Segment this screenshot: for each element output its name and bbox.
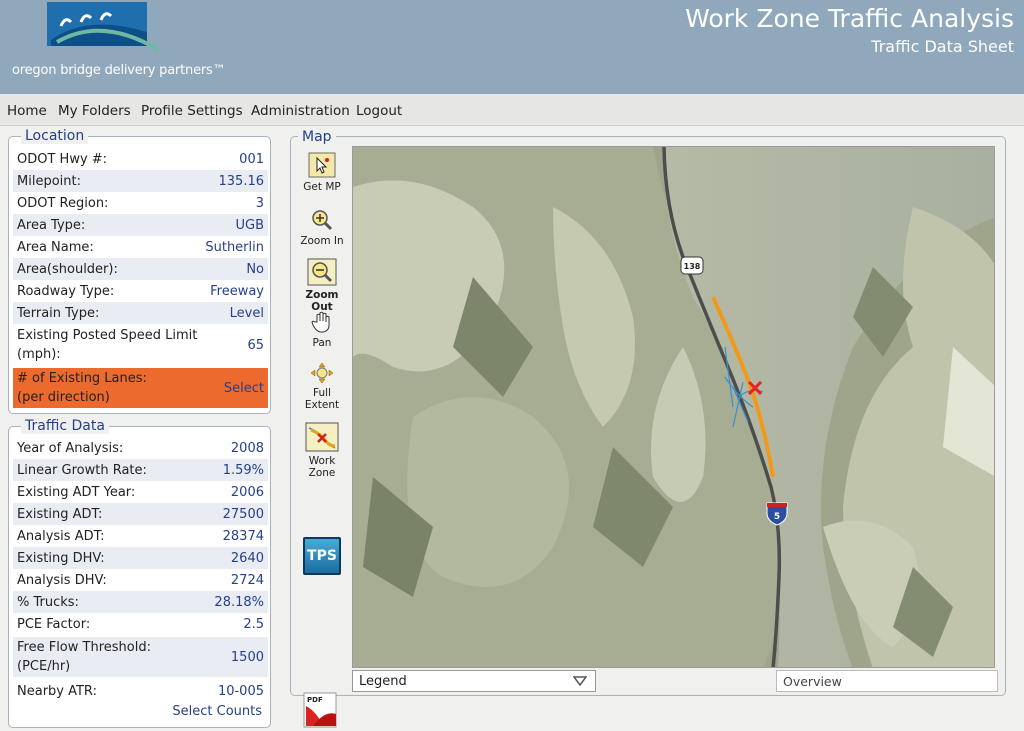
full-extent-tool[interactable]: Full Extent [297, 362, 347, 411]
main-nav: Home My Folders Profile Settings Adminis… [0, 94, 1024, 126]
row-speed-limit: Existing Posted Speed Limit (mph): 65 [17, 328, 264, 362]
location-panel: Location ODOT Hwy #: 001 Milepoint: 135.16… [8, 128, 271, 414]
row-growth-rate: Linear Growth Rate: 1.59% [13, 459, 268, 481]
row-odot-hwy: ODOT Hwy #: 001 [17, 151, 264, 167]
traffic-title: Traffic Data [21, 418, 109, 434]
legend-dropdown[interactable]: Legend [352, 670, 596, 692]
get-mp-tool[interactable]: Get MP [297, 152, 347, 193]
get-mp-icon [308, 152, 336, 178]
terrain-map: 138 5 [353, 147, 994, 667]
row-free-flow: Free Flow Threshold: (PCE/hr) 1500 [13, 637, 268, 677]
chevron-down-icon [573, 676, 587, 687]
zoom-out-tool[interactable]: Zoom Out [297, 258, 347, 313]
pan-hand-icon [311, 311, 330, 333]
row-adt-year: Existing ADT Year: 2006 [17, 484, 264, 500]
select-lanes-link[interactable]: Select [224, 379, 264, 398]
work-zone-icon [305, 422, 339, 452]
row-analysis-dhv: Analysis DHV: 2724 [17, 572, 264, 588]
row-area-shoulder: Area(shoulder): No [13, 258, 268, 280]
row-terrain-type: Terrain Type: Level [13, 302, 268, 324]
row-existing-lanes: # of Existing Lanes: (per direction) Sele… [13, 368, 268, 408]
row-roadway-type: Roadway Type: Freeway [17, 283, 264, 299]
get-mp-label: Get MP [303, 181, 341, 193]
bridge-logo-icon [47, 2, 159, 52]
row-existing-dhv: Existing DHV: 2640 [13, 547, 268, 569]
nav-profile-settings[interactable]: Profile Settings [141, 103, 243, 119]
row-nearby-atr: Nearby ATR: 10-005 [17, 683, 264, 699]
row-milepoint: Milepoint: 135.16 [13, 170, 268, 192]
map-canvas[interactable]: 138 5 [352, 146, 995, 668]
brand-name: oregon bridge delivery partners™ [12, 63, 226, 78]
route-138-shield: 138 [684, 262, 701, 271]
nav-administration[interactable]: Administration [251, 103, 350, 119]
pan-tool[interactable]: Pan [297, 310, 347, 349]
map-title: Map [298, 129, 336, 145]
legend-label: Legend [359, 674, 407, 689]
location-title: Location [21, 128, 89, 144]
interstate-5-shield: 5 [774, 512, 780, 522]
zoom-in-tool[interactable]: Zoom In [297, 208, 347, 247]
full-extent-label: Full Extent [304, 387, 340, 411]
app-header: oregon bridge delivery partners™ Work Zo… [0, 0, 1024, 94]
pan-label: Pan [312, 337, 332, 349]
nav-logout[interactable]: Logout [356, 103, 402, 119]
overview-panel[interactable]: Overview [776, 670, 998, 692]
zoom-in-label: Zoom In [300, 235, 344, 247]
row-existing-adt: Existing ADT: 27500 [13, 503, 268, 525]
work-zone-label: Work Zone [308, 455, 336, 479]
zoom-in-icon [312, 210, 333, 231]
app-subtitle: Traffic Data Sheet [871, 37, 1014, 56]
row-pce-factor: PCE Factor: 2.5 [17, 616, 264, 632]
work-zone-tool[interactable]: Work Zone [297, 422, 347, 479]
row-trucks: % Trucks: 28.18% [13, 591, 268, 613]
row-area-name: Area Name: Sutherlin [17, 239, 264, 255]
pdf-export-icon[interactable]: PDF [303, 692, 339, 728]
nav-home[interactable]: Home [7, 103, 47, 119]
tps-button[interactable]: TPS [303, 537, 341, 575]
full-extent-icon [310, 362, 334, 384]
row-area-type: Area Type: UGB [13, 214, 268, 236]
row-analysis-adt: Analysis ADT: 28374 [17, 528, 264, 544]
zoom-out-icon [307, 258, 337, 286]
row-year-of-analysis: Year of Analysis: 2008 [17, 440, 264, 456]
pdf-label: PDF [307, 696, 323, 704]
traffic-data-panel: Traffic Data Year of Analysis: 2008 Linea… [8, 418, 271, 728]
app-title: Work Zone Traffic Analysis [685, 4, 1014, 33]
row-odot-region: ODOT Region: 3 [17, 195, 264, 211]
select-counts-link[interactable]: Select Counts [172, 704, 262, 719]
nav-my-folders[interactable]: My Folders [58, 103, 131, 119]
